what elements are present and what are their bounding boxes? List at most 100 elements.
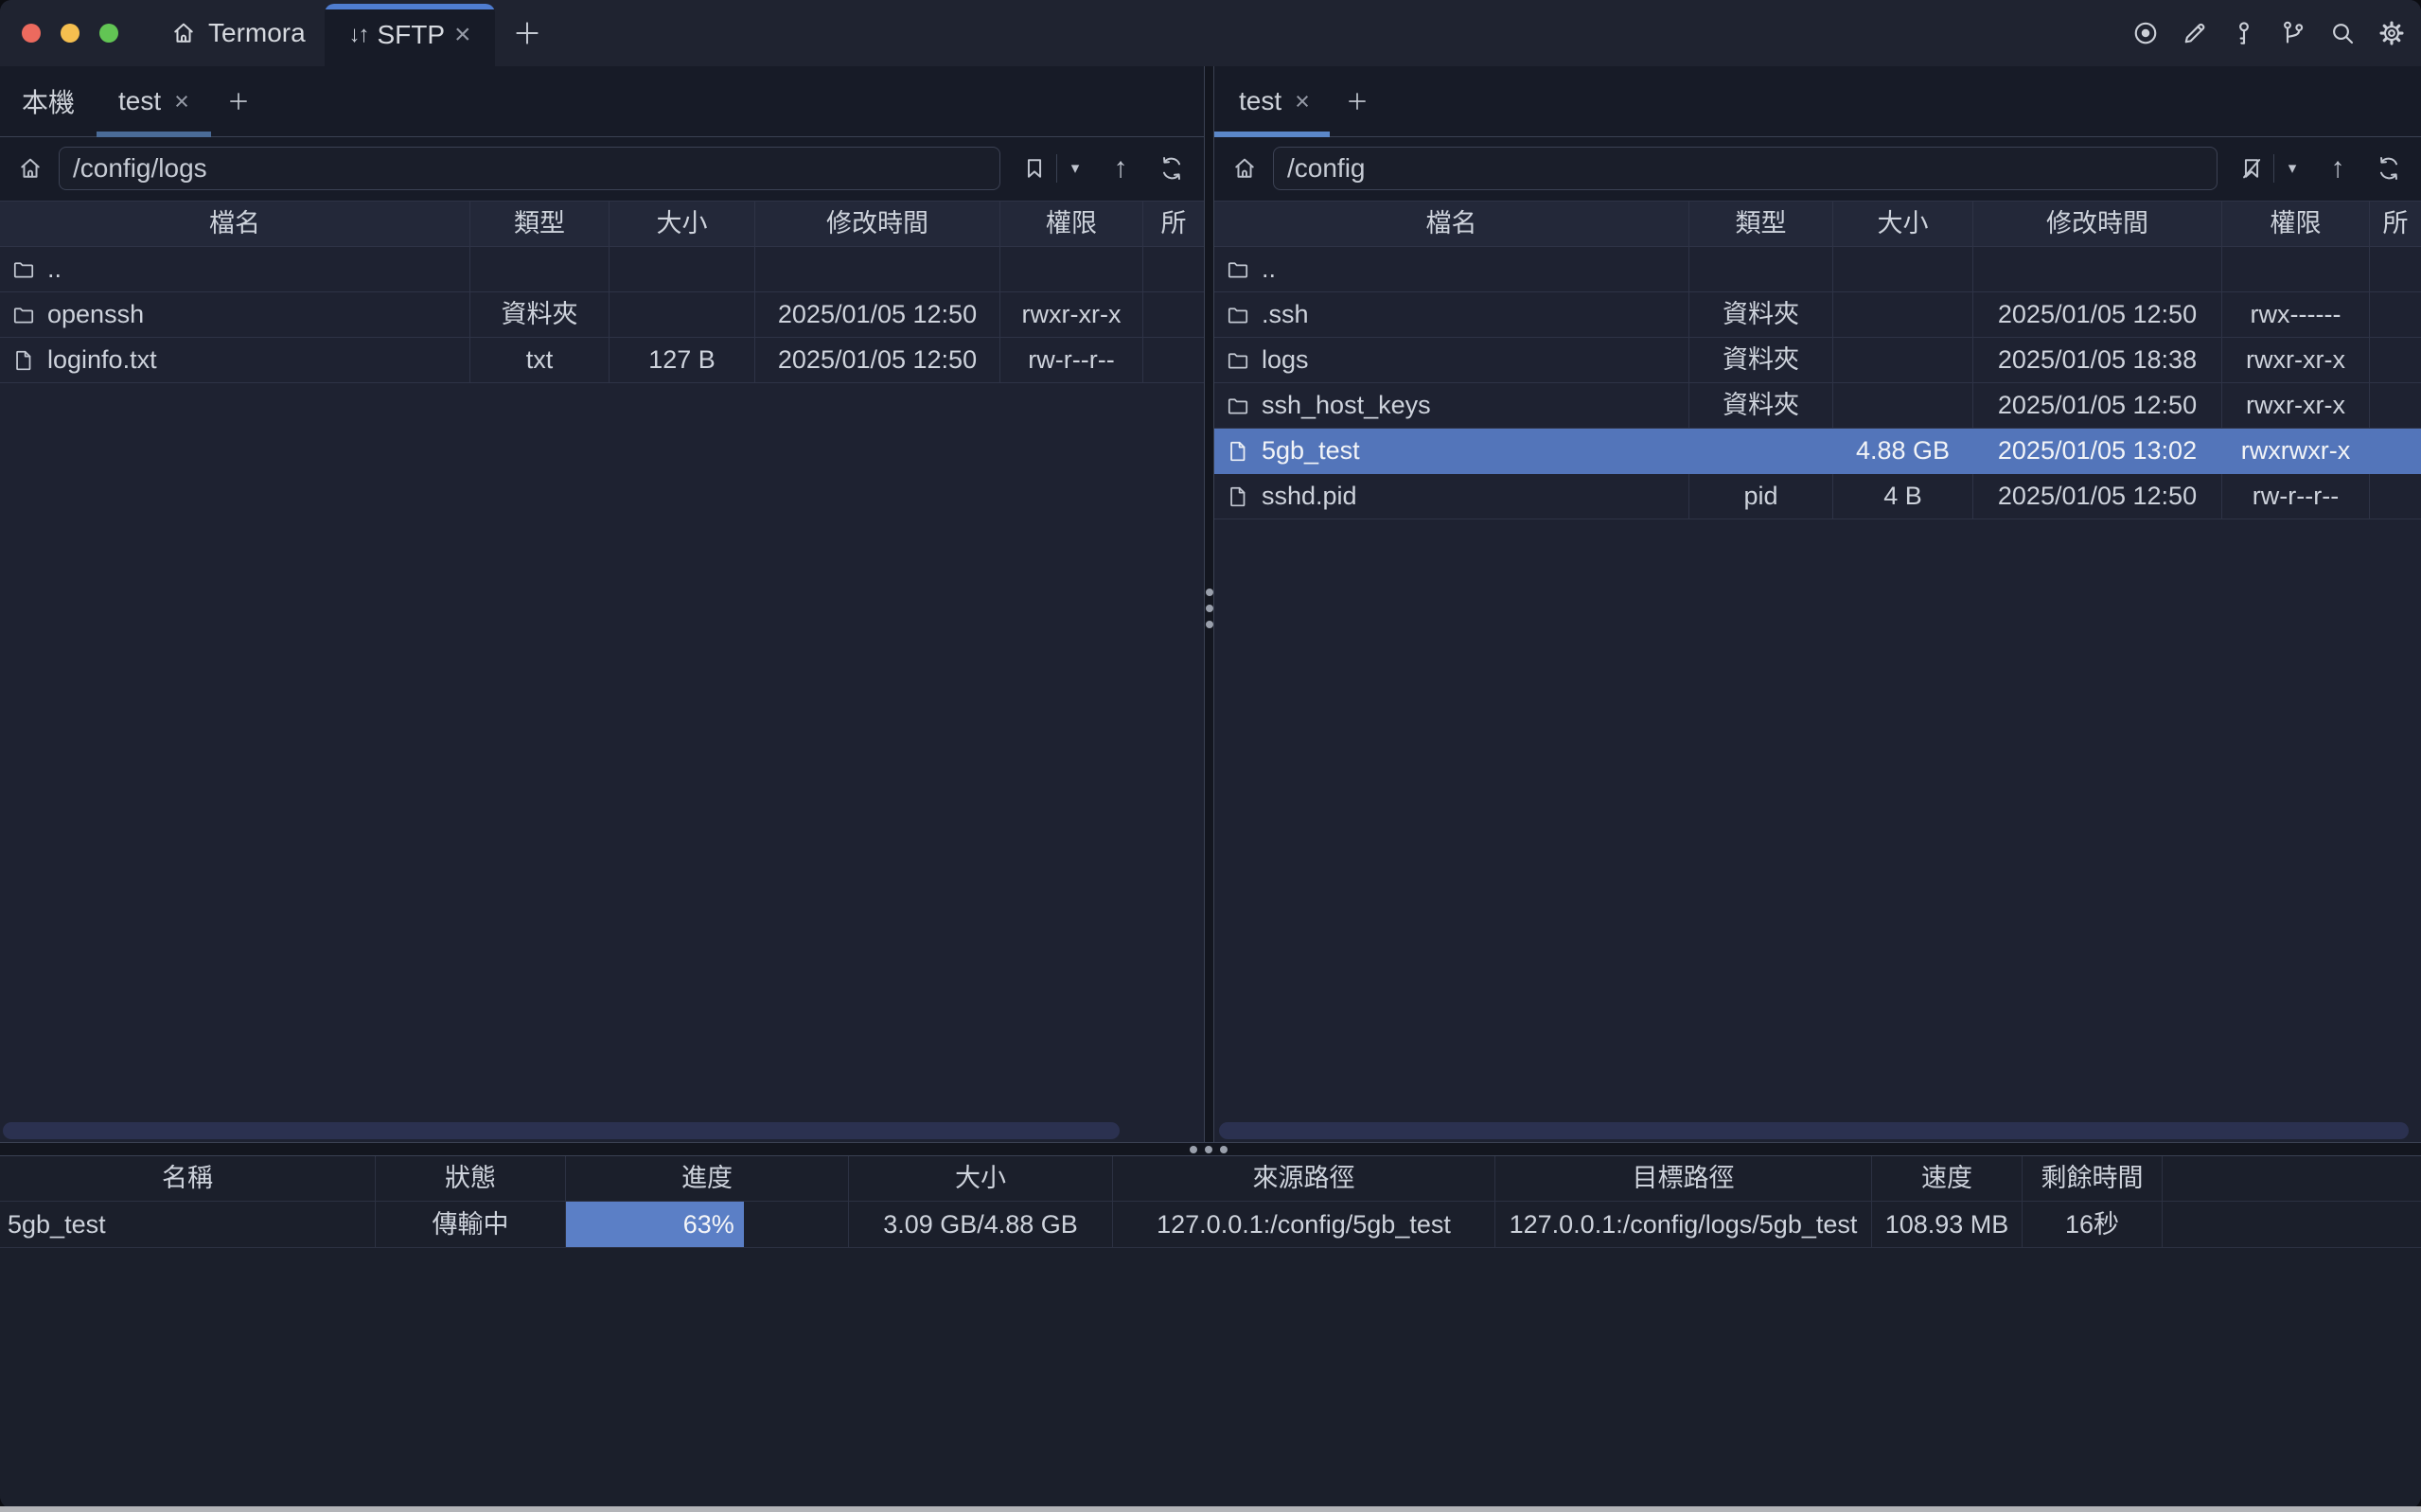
- bookmark-icon[interactable]: [1021, 155, 1048, 182]
- file-cell[interactable]: [1833, 338, 1973, 383]
- transfer-column-header-0[interactable]: 名稱: [0, 1156, 376, 1202]
- transfer-column-header-4[interactable]: 來源路徑: [1113, 1156, 1495, 1202]
- scrollbar-thumb[interactable]: [1219, 1122, 2409, 1139]
- file-name-cell[interactable]: ..: [1214, 247, 1689, 292]
- file-cell[interactable]: [1833, 247, 1973, 292]
- file-cell[interactable]: 資料夾: [1689, 292, 1833, 338]
- horizontal-splitter[interactable]: [0, 1142, 2421, 1156]
- settings-button[interactable]: [2377, 19, 2406, 47]
- file-cell[interactable]: [1689, 429, 1833, 474]
- file-cell[interactable]: rwxrwxr-x: [2222, 429, 2370, 474]
- transfer-target-cell[interactable]: 127.0.0.1:/config/logs/5gb_test: [1495, 1202, 1872, 1248]
- up-directory-button[interactable]: ↑: [2324, 152, 2351, 185]
- pane-tab-test[interactable]: test ×: [97, 66, 211, 136]
- file-cell[interactable]: [2370, 429, 2421, 474]
- column-header-4[interactable]: 權限: [1000, 202, 1143, 247]
- close-pane-tab-icon[interactable]: ×: [1295, 89, 1310, 114]
- file-cell[interactable]: [470, 247, 610, 292]
- transfer-source-cell[interactable]: 127.0.0.1:/config/5gb_test: [1113, 1202, 1495, 1248]
- pane-tab-test[interactable]: test ×: [1214, 66, 1330, 136]
- file-cell[interactable]: 2025/01/05 12:50: [1973, 474, 2222, 519]
- file-cell[interactable]: [2370, 338, 2421, 383]
- file-cell[interactable]: txt: [470, 338, 610, 383]
- file-cell[interactable]: [1833, 383, 1973, 429]
- tab-termora-home[interactable]: Termora: [170, 0, 306, 66]
- file-cell[interactable]: rw-r--r--: [2222, 474, 2370, 519]
- file-cell[interactable]: 2025/01/05 13:02: [1973, 429, 2222, 474]
- file-cell[interactable]: [2370, 474, 2421, 519]
- file-name-cell[interactable]: logs: [1214, 338, 1689, 383]
- file-cell[interactable]: [2370, 292, 2421, 338]
- transfer-column-header-1[interactable]: 狀態: [376, 1156, 566, 1202]
- transfer-column-header-5[interactable]: 目標路徑: [1495, 1156, 1872, 1202]
- column-header-2[interactable]: 大小: [1833, 202, 1973, 247]
- bookmark-dropdown-icon[interactable]: ▾: [1066, 159, 1085, 178]
- bookmark-slash-icon[interactable]: [2238, 155, 2265, 182]
- file-cell[interactable]: rw-r--r--: [1000, 338, 1143, 383]
- column-header-4[interactable]: 權限: [2222, 202, 2370, 247]
- file-cell[interactable]: [2370, 383, 2421, 429]
- file-cell[interactable]: [2222, 247, 2370, 292]
- key-button[interactable]: [2230, 19, 2258, 47]
- path-input[interactable]: [1273, 147, 2218, 190]
- file-name-cell[interactable]: .ssh: [1214, 292, 1689, 338]
- file-cell[interactable]: [2370, 247, 2421, 292]
- column-header-3[interactable]: 修改時間: [755, 202, 1000, 247]
- home-button[interactable]: [1231, 155, 1258, 182]
- column-header-2[interactable]: 大小: [610, 202, 755, 247]
- refresh-button[interactable]: [2376, 155, 2402, 182]
- file-cell[interactable]: 4.88 GB: [1833, 429, 1973, 474]
- column-header-0[interactable]: 檔名: [0, 202, 470, 247]
- up-directory-button[interactable]: ↑: [1107, 152, 1134, 185]
- column-header-1[interactable]: 類型: [470, 202, 610, 247]
- close-button[interactable]: [22, 24, 41, 43]
- column-header-1[interactable]: 類型: [1689, 202, 1833, 247]
- transfer-column-header-2[interactable]: 進度: [566, 1156, 849, 1202]
- file-cell[interactable]: rwxr-xr-x: [2222, 338, 2370, 383]
- close-tab-icon[interactable]: ×: [454, 21, 471, 49]
- file-name-cell[interactable]: ssh_host_keys: [1214, 383, 1689, 429]
- file-cell[interactable]: 2025/01/05 12:50: [1973, 383, 2222, 429]
- file-cell[interactable]: 127 B: [610, 338, 755, 383]
- transfer-column-header-7[interactable]: 剩餘時間: [2023, 1156, 2163, 1202]
- file-cell[interactable]: 4 B: [1833, 474, 1973, 519]
- file-cell[interactable]: [1833, 292, 1973, 338]
- file-cell[interactable]: 資料夾: [1689, 338, 1833, 383]
- close-pane-tab-icon[interactable]: ×: [174, 89, 189, 114]
- scrollbar-thumb[interactable]: [3, 1122, 1120, 1139]
- branch-button[interactable]: [2279, 19, 2307, 47]
- refresh-button[interactable]: [1158, 155, 1185, 182]
- transfer-size-cell[interactable]: 3.09 GB/4.88 GB: [849, 1202, 1113, 1248]
- transfer-name-cell[interactable]: 5gb_test: [0, 1202, 376, 1248]
- file-cell[interactable]: rwx------: [2222, 292, 2370, 338]
- file-cell[interactable]: rwxr-xr-x: [1000, 292, 1143, 338]
- column-header-0[interactable]: 檔名: [1214, 202, 1689, 247]
- transfer-speed-cell[interactable]: 108.93 MB: [1872, 1202, 2023, 1248]
- file-cell[interactable]: 2025/01/05 12:50: [1973, 292, 2222, 338]
- maximize-button[interactable]: [99, 24, 118, 43]
- file-name-cell[interactable]: ..: [0, 247, 470, 292]
- transfer-column-header-3[interactable]: 大小: [849, 1156, 1113, 1202]
- file-cell[interactable]: [1143, 247, 1204, 292]
- file-name-cell[interactable]: sshd.pid: [1214, 474, 1689, 519]
- minimize-button[interactable]: [61, 24, 80, 43]
- column-header-3[interactable]: 修改時間: [1973, 202, 2222, 247]
- file-name-cell[interactable]: 5gb_test: [1214, 429, 1689, 474]
- file-name-cell[interactable]: openssh: [0, 292, 470, 338]
- file-cell[interactable]: [610, 292, 755, 338]
- new-tab-button[interactable]: [511, 17, 543, 49]
- file-cell[interactable]: 2025/01/05 12:50: [755, 338, 1000, 383]
- column-header-5[interactable]: 所: [1143, 202, 1204, 247]
- path-input[interactable]: [59, 147, 1000, 190]
- pane-tab-local[interactable]: 本機: [0, 66, 97, 136]
- transfer-status-cell[interactable]: 傳輸中: [376, 1202, 566, 1248]
- file-cell[interactable]: [1973, 247, 2222, 292]
- file-cell[interactable]: pid: [1689, 474, 1833, 519]
- file-cell[interactable]: [1000, 247, 1143, 292]
- file-cell[interactable]: 2025/01/05 18:38: [1973, 338, 2222, 383]
- file-cell[interactable]: 2025/01/05 12:50: [755, 292, 1000, 338]
- search-button[interactable]: [2328, 19, 2357, 47]
- file-cell[interactable]: [1143, 338, 1204, 383]
- edit-button[interactable]: [2181, 19, 2209, 47]
- bookmark-dropdown-icon[interactable]: ▾: [2283, 159, 2302, 178]
